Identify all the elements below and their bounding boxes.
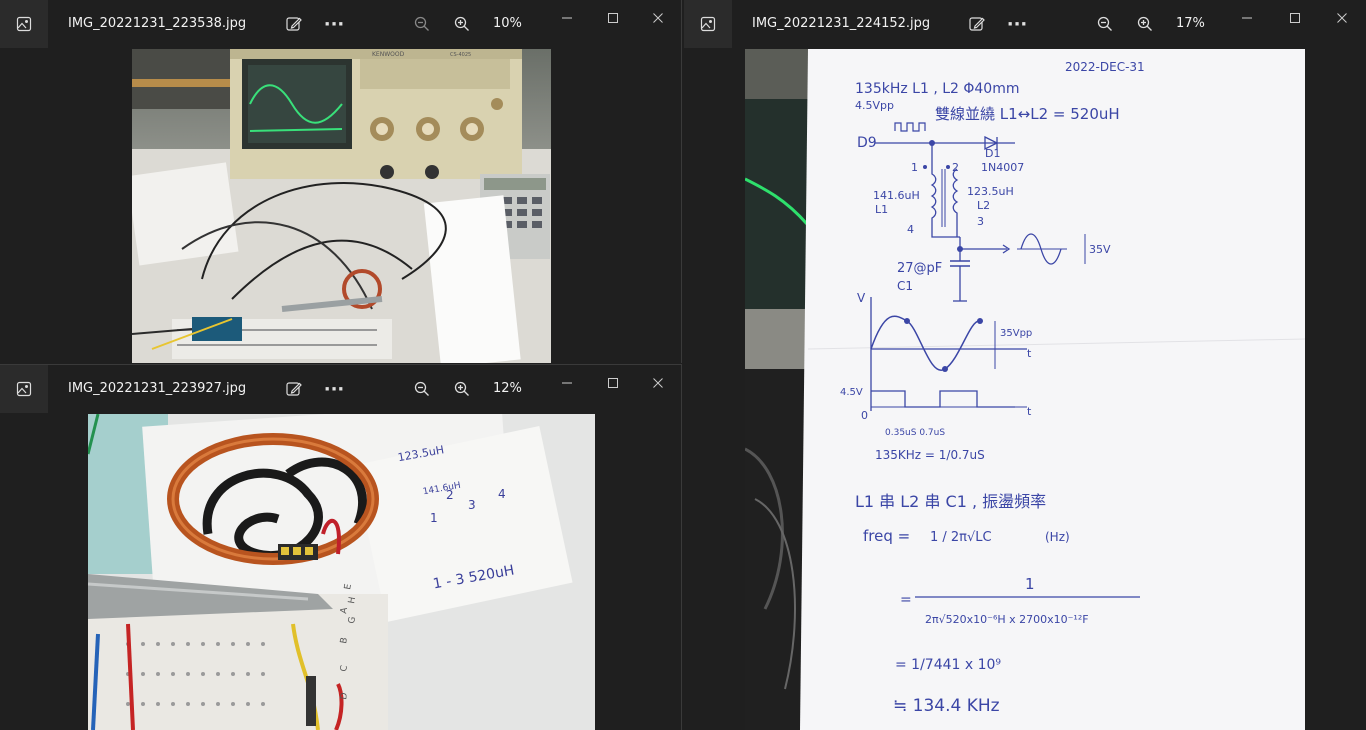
- note-pin-1: 1: [430, 511, 438, 525]
- note-pin3: 3: [977, 215, 984, 228]
- note-freq-calc: 135KHz = 1/0.7uS: [875, 448, 985, 462]
- photo-window-top-left: IMG_20221231_223538.jpg ··· 10% KENWOOD …: [0, 0, 682, 363]
- note-t-axis-2: t: [1027, 405, 1032, 418]
- note-zero: 0: [861, 409, 868, 422]
- photos-app-icon: [0, 0, 48, 48]
- oscilloscope-photo: KENWOOD CS-4025: [132, 49, 551, 363]
- window-title: IMG_20221231_223927.jpg: [68, 381, 247, 396]
- zoom-in-icon[interactable]: [450, 12, 474, 36]
- note-vpp: 35Vpp: [1000, 328, 1032, 339]
- title-bar[interactable]: IMG_20221231_224152.jpg ··· 17%: [684, 0, 1366, 48]
- note-capacitance: 27@pF: [897, 261, 942, 276]
- note-d9: D9: [857, 135, 877, 151]
- note-step-one: 1: [1025, 575, 1035, 593]
- note-pin-2: 2: [446, 488, 454, 502]
- zoom-in-icon[interactable]: [1133, 12, 1157, 36]
- note-date: 2022-DEC-31: [1065, 60, 1145, 74]
- photo-window-right: IMG_20221231_224152.jpg ··· 17% 2022-DEC…: [684, 0, 1366, 730]
- note-amplitude: 35V: [1089, 243, 1111, 256]
- more-options-button[interactable]: ···: [322, 12, 346, 36]
- note-v45: 4.5V: [840, 387, 863, 398]
- edit-image-icon[interactable]: [965, 12, 989, 36]
- note-l2-value: 123.5uH: [967, 185, 1014, 198]
- note-pin4: 4: [907, 223, 914, 236]
- maximize-icon[interactable]: [600, 373, 626, 393]
- note-equals: =: [900, 592, 912, 608]
- zoom-level: 10%: [493, 16, 522, 31]
- note-line-2: 4.5Vpp: [855, 99, 894, 112]
- note-pin-4: 4: [498, 487, 506, 501]
- note-step-three: = 1/7441 x 10⁹: [895, 657, 1001, 673]
- photos-app-icon: [0, 365, 48, 413]
- zoom-level: 12%: [493, 381, 522, 396]
- photo-window-bottom-left: IMG_20221231_223927.jpg ··· 12% 123.5uH …: [0, 364, 682, 730]
- note-l1-value: 141.6uH: [873, 189, 920, 202]
- maximize-icon[interactable]: [1282, 8, 1308, 28]
- note-d1-part: 1N4007: [981, 161, 1024, 174]
- window-title: IMG_20221231_223538.jpg: [68, 16, 247, 31]
- handwritten-notes-photo: 2022-DEC-31 135kHz L1 , L2 Φ40mm 4.5Vpp …: [745, 49, 1305, 730]
- note-l1-name: L1: [875, 203, 888, 216]
- note-pin1: 1: [911, 161, 918, 174]
- note-step-two: 2π√520x10⁻⁶H x 2700x10⁻¹²F: [925, 613, 1089, 626]
- title-bar[interactable]: IMG_20221231_223927.jpg ··· 12%: [0, 365, 681, 413]
- minimize-icon[interactable]: [1234, 8, 1260, 28]
- scope-brand-label: KENWOOD: [372, 51, 405, 58]
- note-freq-word: freq =: [863, 527, 910, 545]
- edit-image-icon[interactable]: [282, 377, 306, 401]
- window-title: IMG_20221231_224152.jpg: [752, 16, 931, 31]
- zoom-out-icon[interactable]: [1093, 12, 1117, 36]
- zoom-in-icon[interactable]: [450, 377, 474, 401]
- note-formula: 1 / 2π√LC: [930, 530, 992, 545]
- note-d1: D1: [985, 147, 1000, 160]
- close-icon[interactable]: [1329, 8, 1355, 28]
- note-unit: (Hz): [1045, 530, 1070, 544]
- note-line-3: 雙線並繞 L1↔L2 = 520uH: [935, 105, 1120, 123]
- note-pin-3: 3: [468, 498, 476, 512]
- coil-photo: 123.5uH 141.6uH 1 2 3 4 1 - 3 520uH A B …: [88, 414, 595, 730]
- note-line-1: 135kHz L1 , L2 Φ40mm: [855, 81, 1019, 97]
- note-times: 0.35uS 0.7uS: [885, 428, 945, 438]
- more-options-button[interactable]: ···: [322, 377, 346, 401]
- note-axis-v: V: [857, 291, 866, 305]
- maximize-icon[interactable]: [600, 8, 626, 28]
- minimize-icon[interactable]: [554, 373, 580, 393]
- more-options-button[interactable]: ···: [1005, 12, 1029, 36]
- photos-app-icon: [684, 0, 732, 48]
- minimize-icon[interactable]: [554, 8, 580, 28]
- note-result: ≒ 134.4 KHz: [893, 696, 1000, 716]
- zoom-out-icon[interactable]: [410, 377, 434, 401]
- note-capacitor-name: C1: [897, 279, 913, 293]
- zoom-level: 17%: [1176, 16, 1205, 31]
- close-icon[interactable]: [645, 8, 671, 28]
- title-bar[interactable]: IMG_20221231_223538.jpg ··· 10%: [0, 0, 681, 48]
- note-series-title: L1 串 L2 串 C1 , 振盪頻率: [855, 492, 1046, 511]
- close-icon[interactable]: [645, 373, 671, 393]
- note-pin2: 2: [952, 161, 959, 174]
- scope-model-label: CS-4025: [450, 52, 471, 58]
- zoom-out-icon[interactable]: [410, 12, 434, 36]
- note-t-axis-1: t: [1027, 347, 1032, 360]
- edit-image-icon[interactable]: [282, 12, 306, 36]
- note-l2-name: L2: [977, 199, 990, 212]
